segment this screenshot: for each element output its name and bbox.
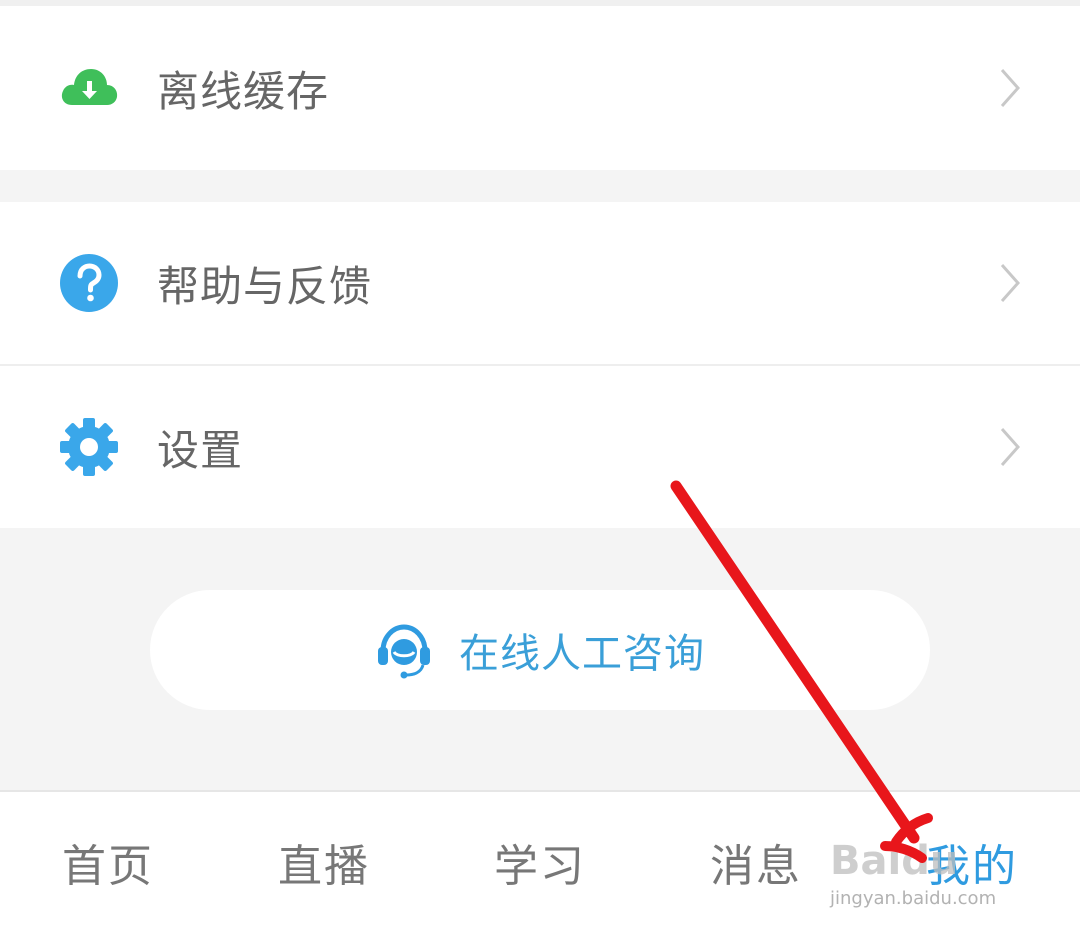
online-consult-label: 在线人工咨询 — [459, 631, 705, 677]
menu-item-settings[interactable]: 设置 — [0, 366, 1080, 528]
baidu-watermark: Baidu jingyan.baidu.com — [830, 838, 1030, 918]
cloud-download-icon — [61, 69, 118, 105]
menu-item-offline-cache[interactable]: 离线缓存 — [0, 6, 1080, 170]
menu-label-offline-cache: 离线缓存 — [157, 66, 330, 116]
menu-label-help-feedback: 帮助与反馈 — [157, 261, 373, 311]
chevron-right-icon — [1000, 428, 1021, 466]
question-icon — [60, 254, 118, 312]
gear-icon — [60, 418, 118, 476]
headset-icon — [378, 624, 430, 679]
menu-item-help-feedback[interactable]: 帮助与反馈 — [0, 202, 1080, 364]
online-consult-button[interactable]: 在线人工咨询 — [150, 590, 930, 710]
tab-live[interactable]: 直播 — [278, 830, 370, 894]
tab-messages[interactable]: 消息 — [710, 830, 802, 894]
tab-study[interactable]: 学习 — [494, 830, 586, 894]
watermark-brand: Baidu — [830, 838, 959, 884]
chevron-right-icon — [1000, 264, 1021, 302]
watermark-url: jingyan.baidu.com — [830, 888, 997, 909]
tab-home[interactable]: 首页 — [62, 830, 154, 894]
chevron-right-icon — [1000, 69, 1021, 107]
menu-label-settings: 设置 — [157, 425, 244, 475]
